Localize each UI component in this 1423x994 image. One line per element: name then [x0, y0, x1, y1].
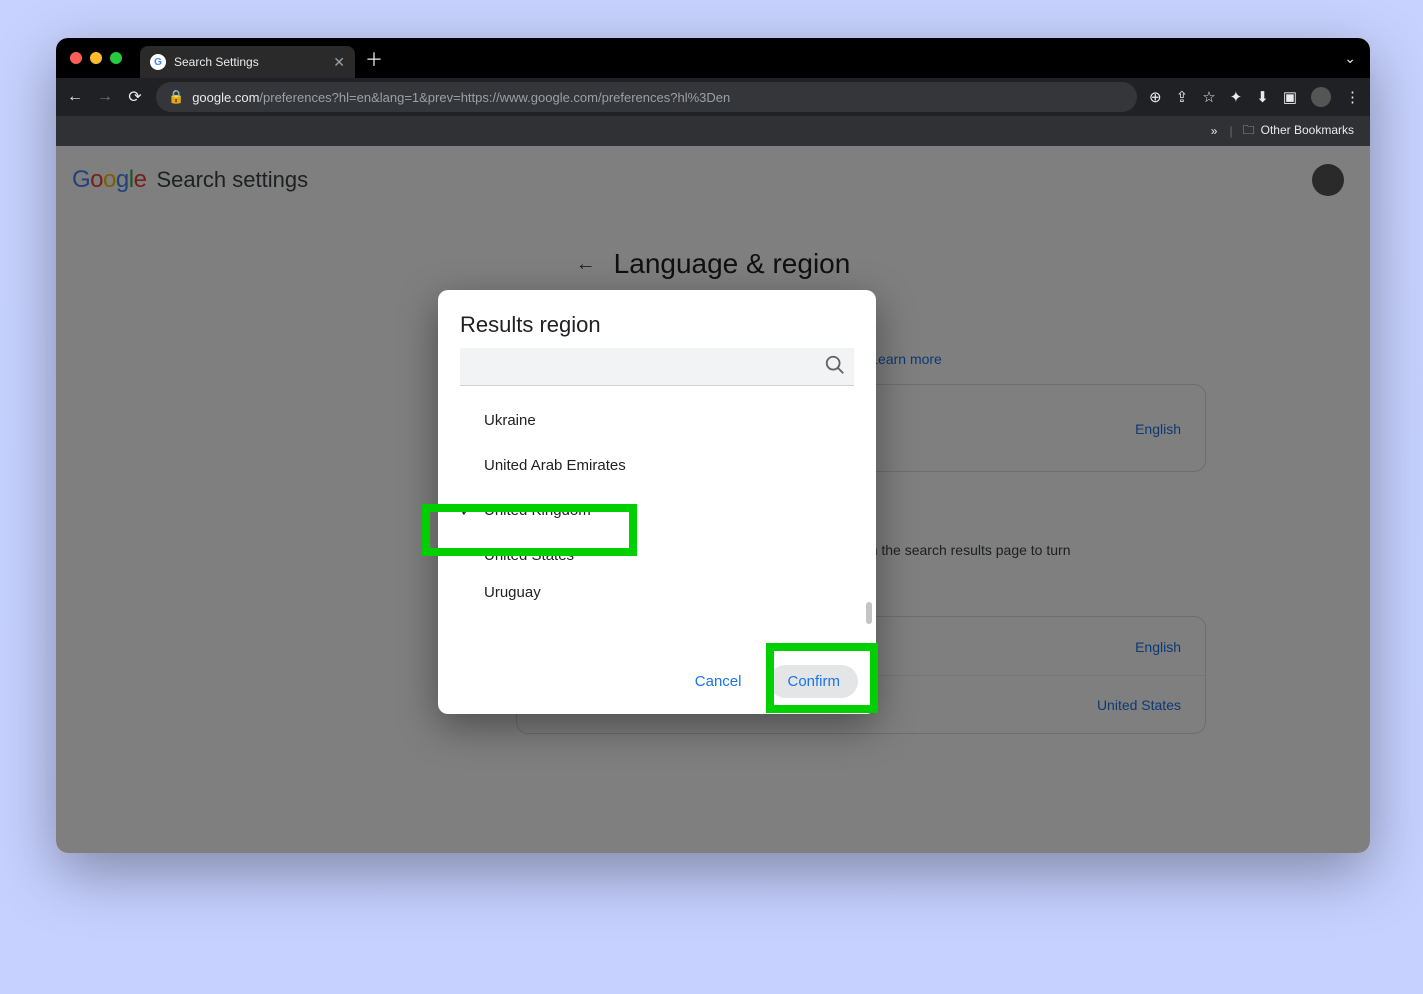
modal-actions: Cancel Confirm: [438, 651, 876, 698]
star-icon[interactable]: ☆: [1202, 88, 1215, 106]
toolbar: ← → ⟳ 🔒 google.com/preferences?hl=en&lan…: [56, 78, 1370, 116]
downloads-icon[interactable]: ⬇: [1256, 88, 1269, 106]
results-region-modal: Results region UkraineUnited Arab Emirat…: [438, 290, 876, 714]
extensions-icon[interactable]: ✦: [1230, 88, 1243, 106]
url-path: /preferences?hl=en&lang=1&prev=https://w…: [259, 90, 730, 105]
close-window-icon[interactable]: [70, 52, 82, 64]
region-item[interactable]: United Kingdom: [438, 488, 876, 533]
region-search-input[interactable]: [460, 348, 854, 386]
lock-icon: 🔒: [168, 89, 184, 105]
minimize-window-icon[interactable]: [90, 52, 102, 64]
back-icon[interactable]: ←: [66, 88, 84, 106]
region-item[interactable]: Uruguay: [438, 578, 876, 600]
window-controls: [70, 52, 122, 64]
kebab-menu-icon[interactable]: ⋮: [1345, 88, 1360, 106]
tabs-menu-icon[interactable]: ⌄: [1344, 50, 1356, 67]
scrollbar-thumb[interactable]: [866, 602, 872, 624]
separator: |: [1229, 124, 1232, 138]
browser-tab[interactable]: G Search Settings ✕: [140, 46, 355, 78]
cancel-button[interactable]: Cancel: [681, 665, 756, 698]
share-icon[interactable]: ⇪: [1176, 88, 1189, 106]
forward-icon[interactable]: →: [96, 88, 114, 106]
bookmarks-bar: » | Other Bookmarks: [56, 116, 1370, 146]
other-bookmarks-folder[interactable]: Other Bookmarks: [1243, 121, 1354, 142]
region-item[interactable]: United States: [438, 533, 876, 578]
tab-title: Search Settings: [174, 55, 325, 69]
panel-icon[interactable]: ▣: [1283, 88, 1297, 106]
zoom-icon[interactable]: ⊕: [1149, 88, 1162, 106]
confirm-button[interactable]: Confirm: [769, 665, 858, 698]
toolbar-actions: ⊕ ⇪ ☆ ✦ ⬇ ▣ ⋮: [1149, 87, 1360, 107]
region-list[interactable]: UkraineUnited Arab EmiratesUnited Kingdo…: [438, 398, 876, 651]
reload-icon[interactable]: ⟳: [126, 87, 144, 107]
profile-avatar-icon[interactable]: [1311, 87, 1331, 107]
url-host: google.com: [192, 90, 259, 105]
tab-close-icon[interactable]: ✕: [333, 54, 345, 71]
tab-favicon: G: [150, 54, 166, 70]
titlebar: G Search Settings ✕ ＋ ⌄: [56, 38, 1370, 78]
region-item[interactable]: United Arab Emirates: [438, 443, 876, 488]
new-tab-button[interactable]: ＋: [365, 46, 383, 72]
modal-title: Results region: [438, 312, 876, 348]
browser-window: G Search Settings ✕ ＋ ⌄ ← → ⟳ 🔒 google.c…: [56, 38, 1370, 853]
url-bar[interactable]: 🔒 google.com/preferences?hl=en&lang=1&pr…: [156, 82, 1137, 112]
bookmarks-overflow-icon[interactable]: »: [1211, 124, 1218, 138]
search-icon[interactable]: [824, 354, 846, 382]
page-content: Google Search settings ← Language & regi…: [56, 146, 1370, 853]
region-item[interactable]: Ukraine: [438, 398, 876, 443]
fullscreen-window-icon[interactable]: [110, 52, 122, 64]
